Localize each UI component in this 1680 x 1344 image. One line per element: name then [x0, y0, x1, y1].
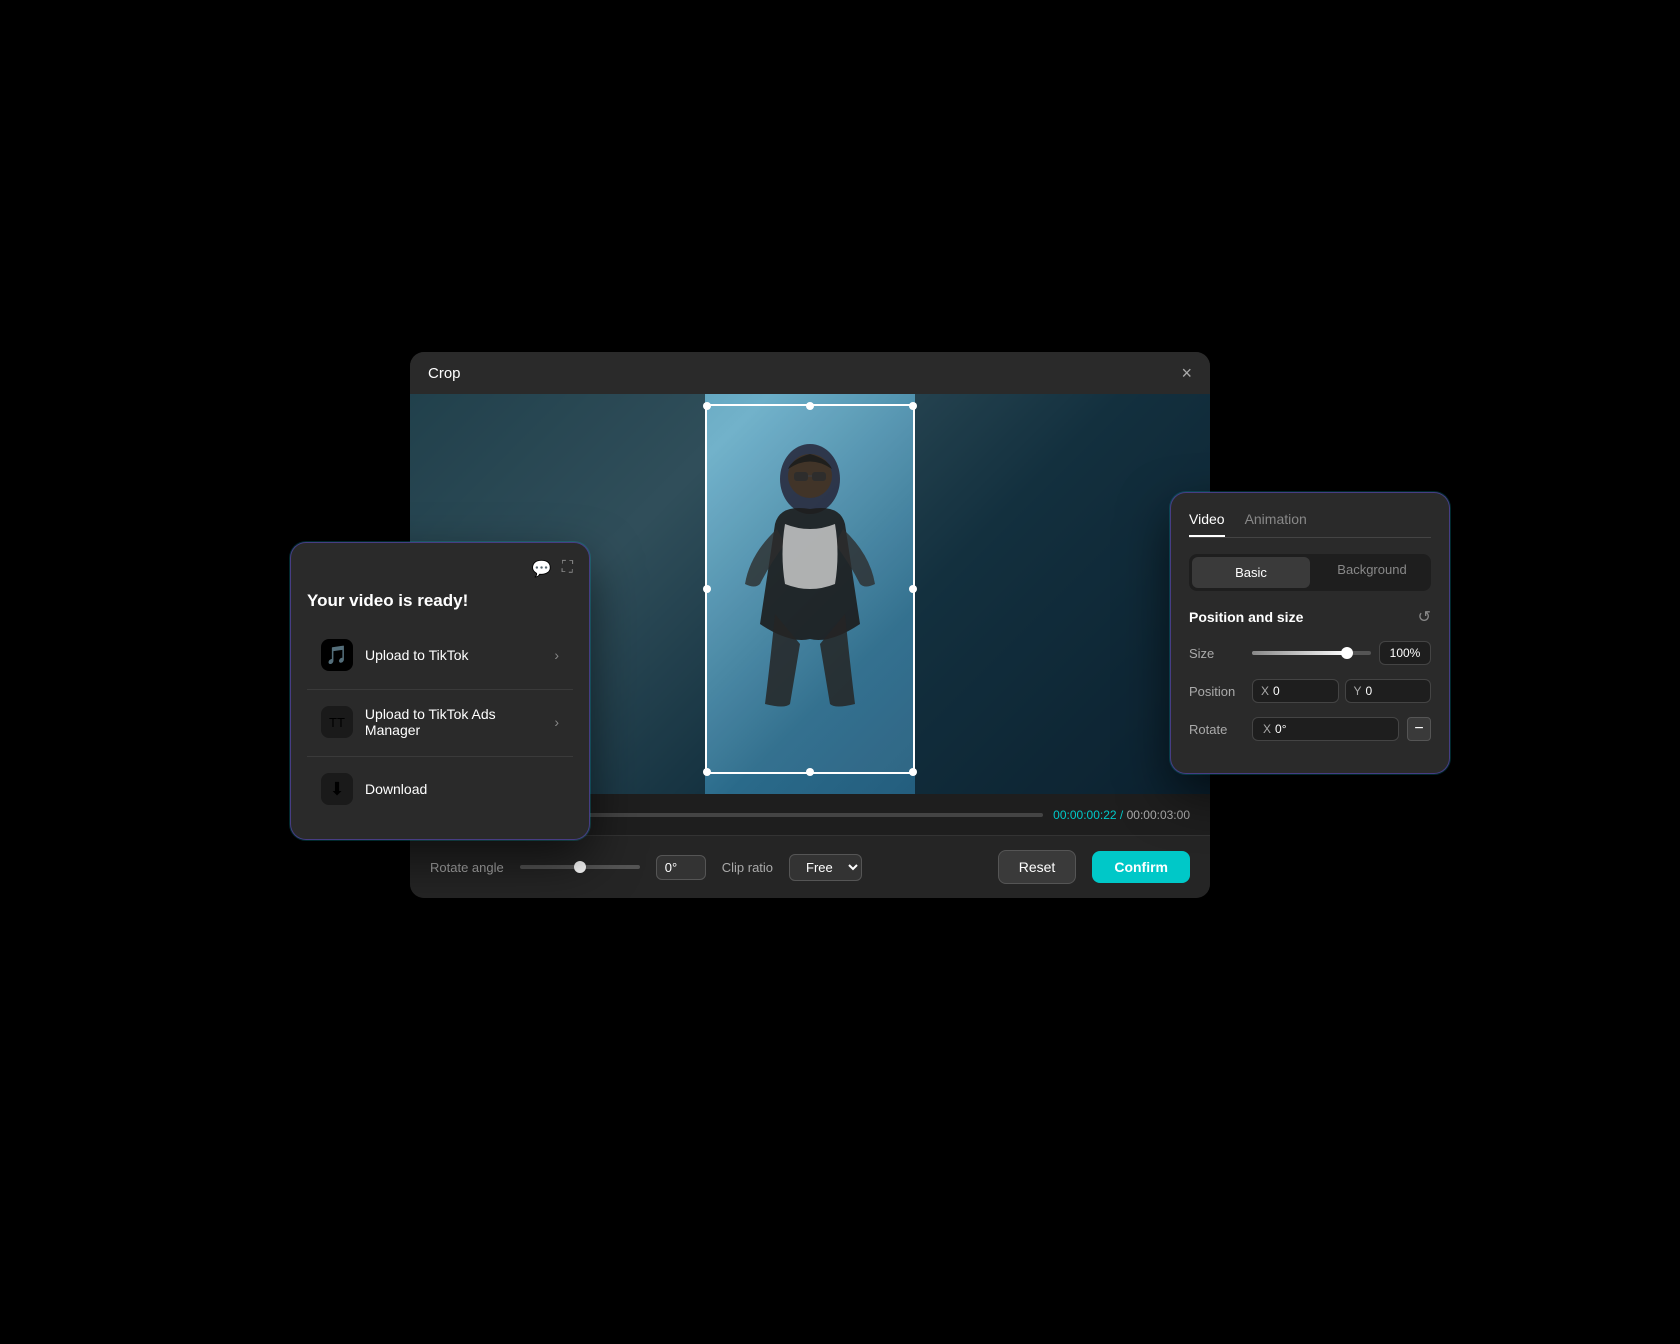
clip-ratio-label: Clip ratio	[722, 860, 773, 875]
rotate-slider-thumb[interactable]	[574, 861, 586, 873]
panel-tabs: Video Animation	[1189, 511, 1431, 538]
download-icon: ⬇	[321, 773, 353, 805]
position-x-value: 0	[1273, 684, 1280, 698]
crop-selection-box[interactable]	[705, 404, 915, 774]
basic-toggle-btn[interactable]: Basic	[1192, 557, 1310, 588]
crop-controls-bar: Rotate angle Clip ratio Free 16:9 9:16 4…	[410, 835, 1210, 898]
crop-dialog-title: Crop	[428, 365, 461, 382]
size-slider[interactable]	[1252, 651, 1371, 655]
rotate-row: Rotate X 0° −	[1189, 717, 1431, 741]
upload-tiktok-item[interactable]: 🎵 Upload to TikTok ›	[307, 627, 573, 683]
panel-toolbar: 💬 ⛶	[307, 559, 573, 579]
reset-button[interactable]: Reset	[998, 850, 1077, 884]
size-label: Size	[1189, 646, 1244, 661]
background-toggle-btn[interactable]: Background	[1313, 554, 1431, 591]
rotate-minus-btn[interactable]: −	[1407, 717, 1431, 741]
crop-handle-middle-right[interactable]	[909, 585, 917, 593]
size-slider-thumb[interactable]	[1341, 647, 1353, 659]
position-coord-group: X 0 Y 0	[1252, 679, 1431, 703]
confirm-button[interactable]: Confirm	[1092, 851, 1190, 883]
crop-overlay-right	[915, 394, 1210, 794]
rotate-slider[interactable]	[520, 865, 640, 869]
tiktok-ads-icon: TT	[321, 706, 353, 738]
clip-ratio-select[interactable]: Free 16:9 9:16 4:3 1:1	[789, 854, 862, 881]
position-size-title: Position and size	[1189, 609, 1303, 625]
position-y-field[interactable]: Y 0	[1345, 679, 1432, 703]
arrow-right-icon: ›	[554, 647, 559, 663]
rotate-angle-label: Rotate angle	[430, 860, 504, 875]
reset-section-icon[interactable]: ↺	[1418, 607, 1431, 627]
crop-handle-top-right[interactable]	[909, 402, 917, 410]
video-ready-panel: 💬 ⛶ Your video is ready! 🎵 Upload to Tik…	[290, 542, 590, 840]
position-y-value: 0	[1366, 684, 1373, 698]
rotate-label: Rotate	[1189, 722, 1244, 737]
size-value: 100%	[1379, 641, 1431, 665]
rotate-angle-input[interactable]	[656, 855, 706, 880]
video-ready-title: Your video is ready!	[307, 591, 573, 611]
basic-background-toggle: Basic Background	[1189, 554, 1431, 591]
upload-tiktok-ads-label: Upload to TikTok Ads Manager	[365, 706, 554, 738]
position-x-field[interactable]: X 0	[1252, 679, 1339, 703]
close-button[interactable]: ×	[1181, 364, 1192, 382]
arrow-right-icon-2: ›	[554, 714, 559, 730]
speech-bubble-icon[interactable]: 💬	[532, 559, 552, 579]
crop-handle-bottom-right[interactable]	[909, 768, 917, 776]
rotate-x-field[interactable]: X 0°	[1252, 717, 1399, 741]
tab-animation[interactable]: Animation	[1245, 511, 1307, 537]
crop-handle-bottom-left[interactable]	[703, 768, 711, 776]
divider	[307, 689, 573, 690]
divider-2	[307, 756, 573, 757]
download-label: Download	[365, 781, 427, 797]
download-item[interactable]: ⬇ Download	[307, 761, 573, 817]
position-row: Position X 0 Y 0	[1189, 679, 1431, 703]
tiktok-icon: 🎵	[321, 639, 353, 671]
crop-titlebar: Crop ×	[410, 352, 1210, 394]
tab-video[interactable]: Video	[1189, 511, 1225, 537]
upload-tiktok-label: Upload to TikTok	[365, 647, 469, 663]
crop-handle-bottom-center[interactable]	[806, 768, 814, 776]
crop-handle-top-left[interactable]	[703, 402, 711, 410]
rotate-x-label: X	[1263, 722, 1271, 736]
video-properties-panel: Video Animation Basic Background Positio…	[1170, 492, 1450, 774]
position-size-header: Position and size ↺	[1189, 607, 1431, 627]
size-slider-fill	[1252, 651, 1347, 655]
fullscreen-icon[interactable]: ⛶	[562, 559, 573, 579]
size-row: Size 100%	[1189, 641, 1431, 665]
rotate-deg-value: 0°	[1275, 722, 1286, 736]
position-label: Position	[1189, 684, 1244, 699]
upload-tiktok-ads-item[interactable]: TT Upload to TikTok Ads Manager ›	[307, 694, 573, 750]
time-display: 00:00:00:22 / 00:00:03:00	[1053, 808, 1190, 822]
crop-handle-middle-left[interactable]	[703, 585, 711, 593]
x-label: X	[1261, 684, 1269, 698]
y-label: Y	[1354, 684, 1362, 698]
crop-handle-top-center[interactable]	[806, 402, 814, 410]
